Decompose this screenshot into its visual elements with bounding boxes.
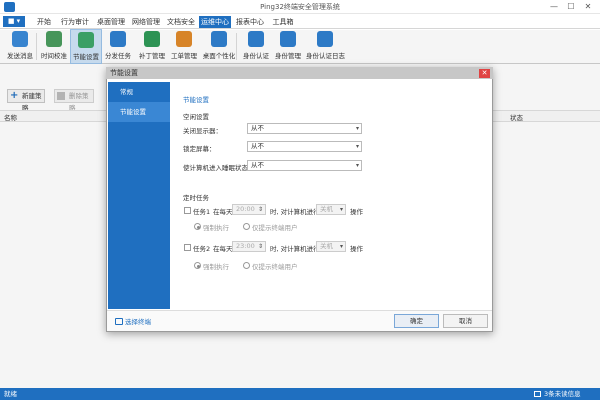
task1-force-radio[interactable] (194, 223, 201, 230)
scheduled-tasks-heading: 定时任务 (183, 194, 209, 202)
minimize-button[interactable]: — (546, 1, 562, 13)
message-icon (534, 391, 541, 397)
tab-desktop-management[interactable]: 桌面管理 (95, 16, 127, 28)
unread-messages-link[interactable]: 3条未读信息 (544, 388, 581, 400)
tab-ops-center[interactable]: 运维中心 (199, 16, 231, 28)
idle-settings-heading: 空闲设置 (183, 113, 209, 121)
maximize-button[interactable]: ☐ (563, 1, 579, 13)
stepper-value: 20:00 (236, 205, 255, 213)
task1-label: 任务1 (193, 208, 211, 216)
stepper-value: 23:00 (236, 242, 255, 250)
chevron-down-icon: ▾ (339, 206, 343, 213)
tab-document-security[interactable]: 文档安全 (165, 16, 197, 28)
select-terminal-button[interactable]: 选择终端 (115, 317, 175, 327)
dialog-close-button[interactable]: ✕ (479, 69, 490, 78)
chevron-down-icon: ▾ (339, 243, 343, 250)
task2-force-label: 强制执行 (203, 263, 229, 271)
window-title: Ping32终端安全管理系统 (260, 3, 340, 11)
task1-prompt-radio[interactable] (243, 223, 250, 230)
task2-force-radio[interactable] (194, 262, 201, 269)
dialog-title: 节能设置 (106, 67, 493, 79)
task2-time-stepper[interactable]: 23:00 ⇕ (232, 241, 266, 252)
task1-time-stepper[interactable]: 20:00 ⇕ (232, 204, 266, 215)
tab-network-management[interactable]: 网络管理 (130, 16, 162, 28)
section-title: 节能设置 (183, 96, 209, 104)
task1-force-label: 强制执行 (203, 224, 229, 232)
status-text: 就绪 (4, 390, 17, 398)
task2-prompt-radio[interactable] (243, 262, 250, 269)
tab-report-center[interactable]: 报表中心 (234, 16, 266, 28)
task2-every-day: 在每天 (213, 245, 233, 253)
sidebar-item-general[interactable]: 常规 (108, 82, 170, 102)
chevron-down-icon: ▾ (355, 162, 359, 169)
select-value: 从不 (251, 124, 264, 132)
chevron-down-icon: ▾ (355, 125, 359, 132)
turn-off-display-label: 关闭显示器： (183, 127, 222, 135)
lock-screen-label: 锁定屏幕： (183, 145, 216, 153)
turn-off-display-select[interactable]: 从不 ▾ (247, 123, 362, 134)
select-value: 从不 (251, 142, 264, 150)
sleep-label: 使计算机进入睡眠状态： (183, 164, 255, 172)
sleep-select[interactable]: 从不 ▾ (247, 160, 362, 171)
select-value: 关机 (320, 205, 333, 213)
task1-every-day: 在每天 (213, 208, 233, 216)
stepper-icon: ⇕ (257, 206, 263, 213)
task2-mid-text: 时, 对计算机进行 (270, 245, 320, 253)
tab-start[interactable]: 开始 (33, 16, 55, 28)
select-value: 从不 (251, 161, 264, 169)
tab-toolbox[interactable]: 工具箱 (270, 16, 296, 28)
task2-action-select[interactable]: 关机 ▾ (316, 241, 346, 252)
task1-checkbox[interactable] (184, 207, 191, 214)
stepper-icon: ⇕ (257, 243, 263, 250)
task1-suffix: 操作 (350, 208, 363, 216)
task1-action-select[interactable]: 关机 ▾ (316, 204, 346, 215)
status-bar (0, 388, 600, 400)
task2-label: 任务2 (193, 245, 211, 253)
chevron-down-icon: ▾ (355, 143, 359, 150)
sidebar-item-energy[interactable]: 节能设置 (108, 102, 170, 122)
close-button[interactable]: ✕ (580, 1, 596, 13)
ok-button[interactable]: 确定 (394, 314, 439, 328)
task2-suffix: 操作 (350, 245, 363, 253)
task1-prompt-label: 仅提示终端用户 (252, 224, 298, 232)
tab-behavior-audit[interactable]: 行为审计 (59, 16, 91, 28)
task2-prompt-label: 仅提示终端用户 (252, 263, 298, 271)
task1-mid-text: 时, 对计算机进行 (270, 208, 320, 216)
file-menu-button[interactable]: ■ ▾ (3, 16, 25, 27)
select-value: 关机 (320, 242, 333, 250)
lock-screen-select[interactable]: 从不 ▾ (247, 141, 362, 152)
task2-checkbox[interactable] (184, 244, 191, 251)
cancel-button[interactable]: 取消 (443, 314, 488, 328)
